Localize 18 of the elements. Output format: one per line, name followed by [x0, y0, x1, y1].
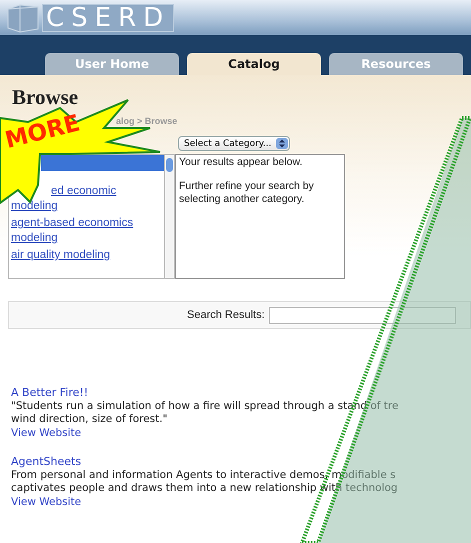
breadcrumb: alog > Browse — [116, 116, 178, 126]
result-title-link[interactable]: A Better Fire!! — [11, 386, 88, 400]
page-heading: Browse — [12, 85, 78, 110]
search-label: Search Results: — [187, 309, 265, 321]
category-dropdown[interactable]: Select a Category... — [178, 136, 290, 151]
dropdown-arrows-icon — [276, 138, 288, 149]
result-title-link[interactable]: AgentSheets — [11, 455, 82, 469]
view-website-link[interactable]: View Website — [11, 495, 82, 509]
info-text: Your results appear below. — [179, 156, 304, 169]
result-description: wind direction, size of forest." — [11, 413, 168, 426]
cube-icon — [6, 2, 40, 32]
category-link[interactable]: air quality modeling — [9, 248, 164, 263]
nav-tab[interactable]: Catalog — [187, 53, 321, 75]
callout-text: MORE — [2, 110, 83, 154]
view-website-link[interactable]: View Website — [11, 426, 82, 440]
scrollbar[interactable] — [165, 154, 175, 279]
search-field[interactable] — [268, 306, 456, 324]
info-text: Further refine your search by selecting another category. — [179, 180, 315, 206]
